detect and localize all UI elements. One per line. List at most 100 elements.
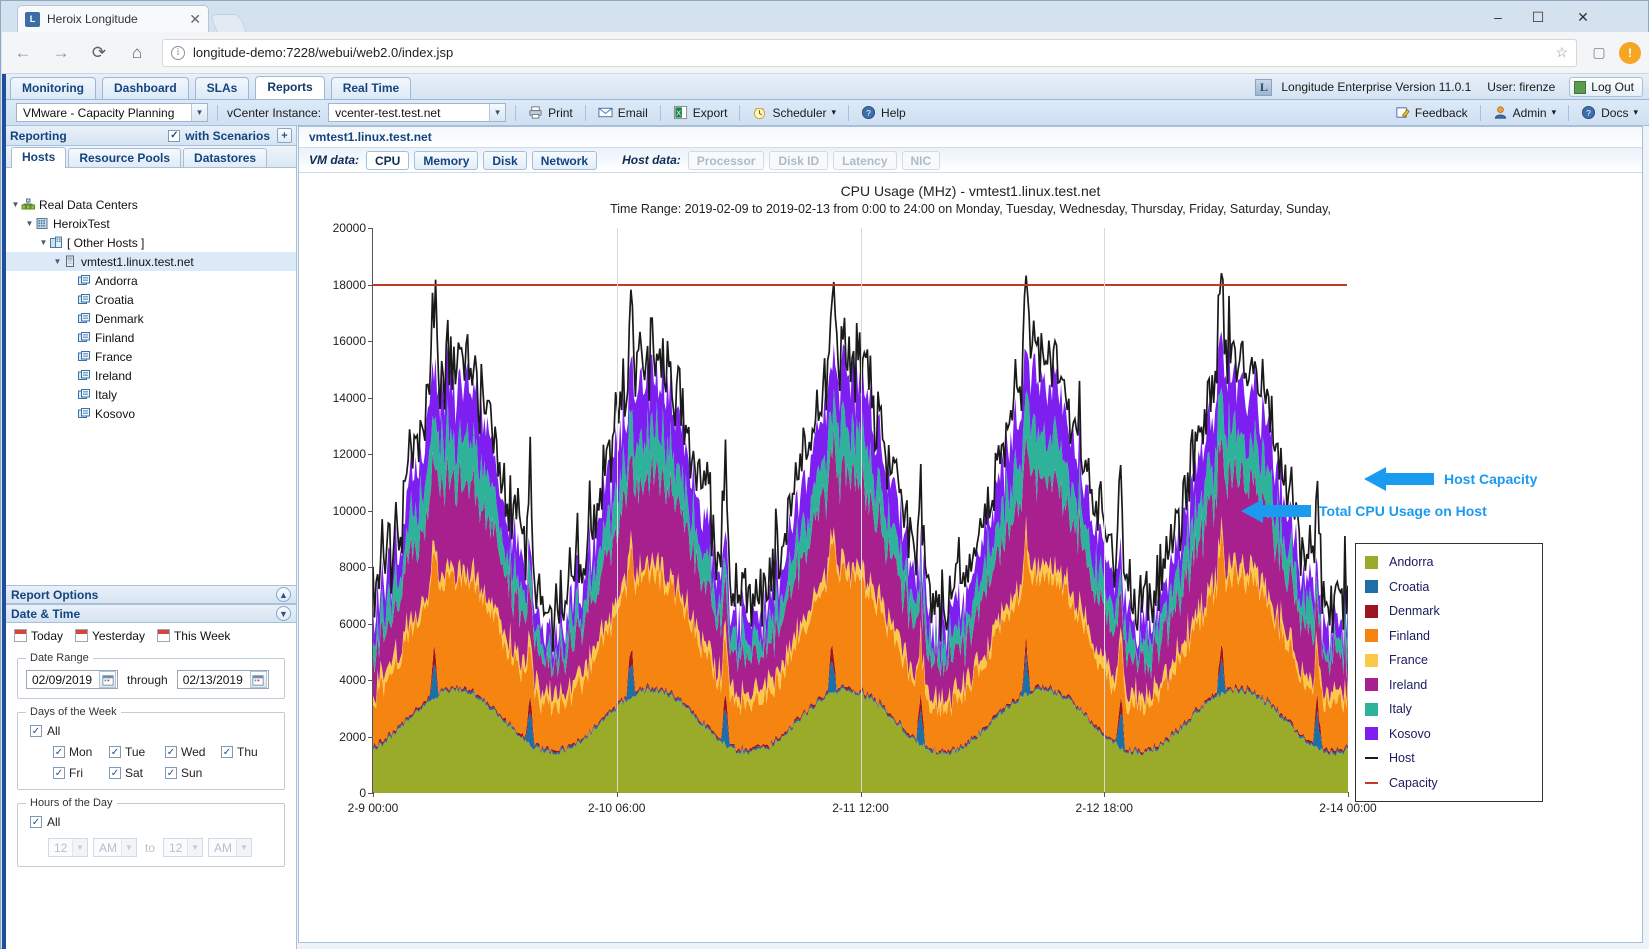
tab-dashboard[interactable]: Dashboard (102, 77, 189, 99)
tab-network[interactable]: Network (532, 151, 597, 170)
print-button[interactable]: Print (525, 105, 576, 120)
day-wed-checkbox[interactable]: ✓ (165, 746, 177, 758)
tree-item-denmark[interactable]: Denmark (6, 309, 296, 328)
export-button[interactable]: X Export (670, 105, 731, 120)
day-wed[interactable]: ✓Wed (165, 745, 207, 759)
hours-all-checkbox[interactable]: ✓ (30, 816, 42, 828)
profile-avatar[interactable]: ! (1619, 42, 1641, 64)
day-mon[interactable]: ✓Mon (53, 745, 95, 759)
hour-to-select[interactable]: 12 ▼ (163, 838, 203, 857)
legend-item-andorra[interactable]: Andorra (1356, 550, 1542, 575)
date-time-header[interactable]: Date & Time ▼ (6, 604, 296, 623)
legend-item-host[interactable]: Host (1356, 746, 1542, 771)
tree-item-croatia[interactable]: Croatia (6, 290, 296, 309)
reload-icon[interactable]: ⟳ (82, 36, 116, 70)
with-scenarios-group[interactable]: ✓ with Scenarios (168, 129, 270, 143)
hours-all-row[interactable]: ✓ All (26, 815, 276, 829)
day-mon-checkbox[interactable]: ✓ (53, 746, 65, 758)
help-button[interactable]: ? Help (858, 105, 909, 120)
tab-slas[interactable]: SLAs (195, 77, 250, 99)
window-minimize-button[interactable]: – (1478, 7, 1518, 27)
tree-item-heroixtest[interactable]: ▼ HeroixTest (6, 214, 296, 233)
collapse-down-icon[interactable]: ▼ (276, 606, 291, 621)
tab-disk[interactable]: Disk (483, 151, 526, 170)
site-info-icon[interactable]: i (171, 46, 185, 60)
legend-item-capacity[interactable]: Capacity (1356, 771, 1542, 796)
legend-item-france[interactable]: France (1356, 648, 1542, 673)
calendar-picker-icon[interactable] (250, 671, 267, 688)
sidebar-tab-resource-pools[interactable]: Resource Pools (68, 148, 181, 167)
day-tue[interactable]: ✓Tue (109, 745, 151, 759)
tab-cpu[interactable]: CPU (366, 151, 409, 170)
date-to-input[interactable]: 02/13/2019 (177, 670, 269, 689)
days-all-row[interactable]: ✓ All (26, 724, 276, 738)
address-bar[interactable]: i longitude-demo:7228/webui/web2.0/index… (162, 39, 1577, 67)
expand-collapse-icon[interactable]: ▼ (10, 200, 21, 209)
day-tue-checkbox[interactable]: ✓ (109, 746, 121, 758)
scheduler-button[interactable]: Scheduler ▾ (749, 105, 839, 120)
tree-item-france[interactable]: France (6, 347, 296, 366)
tree-item-vmtest1[interactable]: ▼ vmtest1.linux.test.net (6, 252, 296, 271)
day-thu-checkbox[interactable]: ✓ (221, 746, 233, 758)
tree-item-kosovo[interactable]: Kosovo (6, 404, 296, 423)
tab-real-time[interactable]: Real Time (331, 77, 411, 99)
tab-memory[interactable]: Memory (414, 151, 478, 170)
sidebar-tab-hosts[interactable]: Hosts (11, 147, 66, 168)
close-tab-icon[interactable]: ✕ (189, 11, 201, 28)
date-from-input[interactable]: 02/09/2019 (26, 670, 118, 689)
tab-reports[interactable]: Reports (255, 76, 324, 99)
feedback-button[interactable]: Feedback (1392, 105, 1471, 120)
tree-item-other-hosts[interactable]: ▼ [ Other Hosts ] (6, 233, 296, 252)
collapse-up-icon[interactable]: ▲ (276, 587, 291, 602)
day-fri-checkbox[interactable]: ✓ (53, 767, 65, 779)
day-sat[interactable]: ✓Sat (109, 766, 151, 780)
admin-button[interactable]: Admin ▾ (1490, 105, 1560, 120)
hour-from-select[interactable]: 12 ▼ (48, 838, 88, 857)
back-icon[interactable]: ← (6, 36, 40, 70)
days-all-checkbox[interactable]: ✓ (30, 725, 42, 737)
add-scenario-button[interactable]: + (277, 128, 292, 143)
tree-item-ireland[interactable]: Ireland (6, 366, 296, 385)
expand-collapse-icon[interactable]: ▼ (38, 238, 49, 247)
day-thu[interactable]: ✓Thu (221, 745, 263, 759)
logout-button[interactable]: Log Out (1569, 77, 1643, 97)
bookmark-star-icon[interactable]: ☆ (1555, 44, 1568, 61)
tree-item-andorra[interactable]: Andorra (6, 271, 296, 290)
report-options-header[interactable]: Report Options ▲ (6, 585, 296, 604)
tree-item-finland[interactable]: Finland (6, 328, 296, 347)
tree-item-real-data-centers[interactable]: ▼ Real Data Centers (6, 195, 296, 214)
email-button[interactable]: Email (595, 105, 651, 120)
tab-monitoring[interactable]: Monitoring (10, 77, 96, 99)
legend-item-finland[interactable]: Finland (1356, 624, 1542, 649)
yesterday-button[interactable]: Yesterday (75, 629, 145, 643)
day-sat-checkbox[interactable]: ✓ (109, 767, 121, 779)
window-maximize-button[interactable]: ☐ (1518, 7, 1558, 27)
day-sun-checkbox[interactable]: ✓ (165, 767, 177, 779)
legend-item-kosovo[interactable]: Kosovo (1356, 722, 1542, 747)
ampm-to-select[interactable]: AM ▼ (208, 838, 252, 857)
docs-button[interactable]: ? Docs ▾ (1578, 105, 1641, 120)
day-fri[interactable]: ✓Fri (53, 766, 95, 780)
report-type-select[interactable]: VMware - Capacity Planning ▼ (16, 103, 208, 122)
vcenter-select[interactable]: vcenter-test.test.net ▼ (328, 103, 506, 122)
day-sun[interactable]: ✓Sun (165, 766, 207, 780)
with-scenarios-checkbox[interactable]: ✓ (168, 130, 180, 142)
ampm-from-select[interactable]: AM ▼ (93, 838, 137, 857)
calendar-picker-icon[interactable] (99, 671, 116, 688)
tree-item-italy[interactable]: Italy (6, 385, 296, 404)
browser-tab[interactable]: L Heroix Longitude ✕ (17, 5, 209, 32)
legend-item-denmark[interactable]: Denmark (1356, 599, 1542, 624)
home-icon[interactable]: ⌂ (120, 36, 154, 70)
legend-item-croatia[interactable]: Croatia (1356, 575, 1542, 600)
forward-icon[interactable]: → (44, 36, 78, 70)
sidebar-tab-datastores[interactable]: Datastores (183, 148, 267, 167)
this-week-button[interactable]: This Week (157, 629, 230, 643)
legend-item-italy[interactable]: Italy (1356, 697, 1542, 722)
window-close-button[interactable]: ✕ (1563, 7, 1603, 27)
extension-puzzle-icon[interactable]: ▢ (1587, 41, 1611, 65)
legend-item-ireland[interactable]: Ireland (1356, 673, 1542, 698)
today-button[interactable]: Today (14, 629, 63, 643)
expand-collapse-icon[interactable]: ▼ (24, 219, 35, 228)
expand-collapse-icon[interactable]: ▼ (52, 257, 63, 266)
new-tab-button[interactable] (209, 14, 246, 32)
